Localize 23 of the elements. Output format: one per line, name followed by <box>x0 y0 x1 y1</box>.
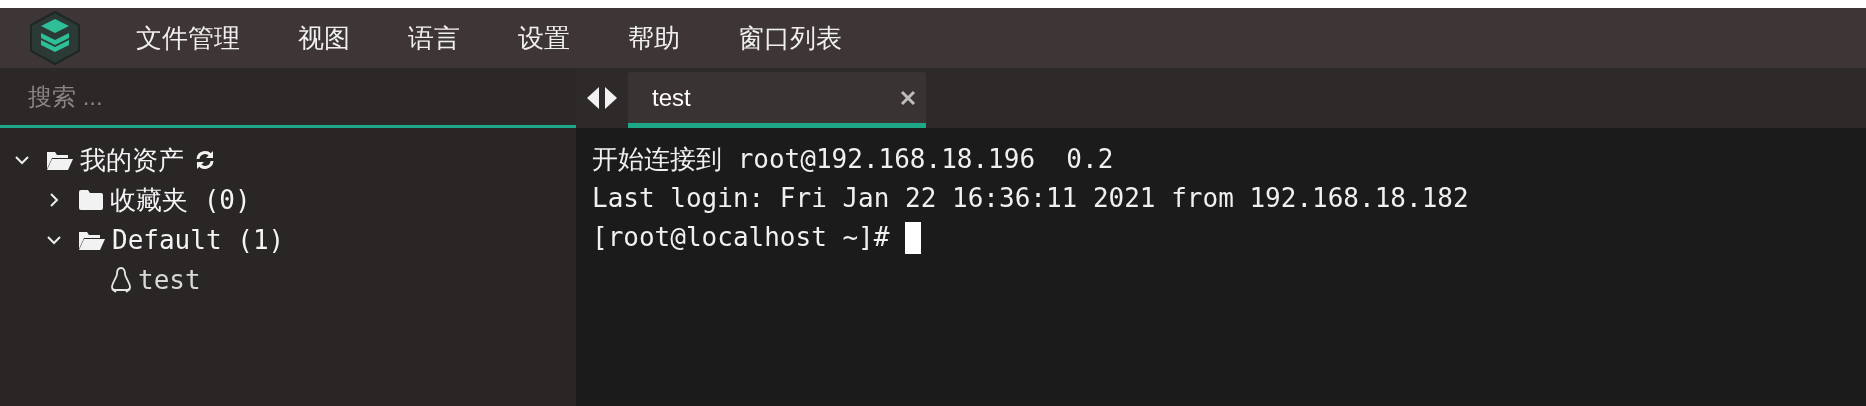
menu-item[interactable]: 帮助 <box>628 18 680 58</box>
menu-item[interactable]: 设置 <box>518 18 570 58</box>
terminal-prompt: [root@localhost ~]# <box>592 221 890 254</box>
menu-item[interactable]: 语言 <box>408 18 460 58</box>
logo-icon <box>27 10 83 66</box>
open-folder-icon <box>78 229 106 251</box>
right-arrow-icon[interactable] <box>604 86 618 110</box>
tree-item[interactable]: test <box>138 260 201 300</box>
close-icon[interactable] <box>900 89 916 106</box>
tree-item[interactable]: 我的资产 <box>80 140 184 180</box>
refresh-icon[interactable] <box>194 149 216 171</box>
open-folder-icon <box>46 149 74 171</box>
tree-item[interactable]: 收藏夹 (0) <box>110 180 251 220</box>
menu-item[interactable]: 文件管理 <box>136 18 240 58</box>
left-arrow-icon[interactable] <box>586 86 600 110</box>
tree-item[interactable]: Default (1) <box>112 220 285 260</box>
menu-item[interactable]: 窗口列表 <box>738 18 842 58</box>
folder-icon <box>78 189 104 211</box>
cursor <box>905 221 922 254</box>
menu-item[interactable]: 视图 <box>298 18 350 58</box>
terminal-line: Last login: Fri Jan 22 16:36:11 2021 from 192.168.18.182 <box>592 182 1470 215</box>
tab[interactable]: test <box>628 72 926 128</box>
terminal-line: 开始连接到 root@192.168.18.196 0.2 <box>592 143 1115 176</box>
